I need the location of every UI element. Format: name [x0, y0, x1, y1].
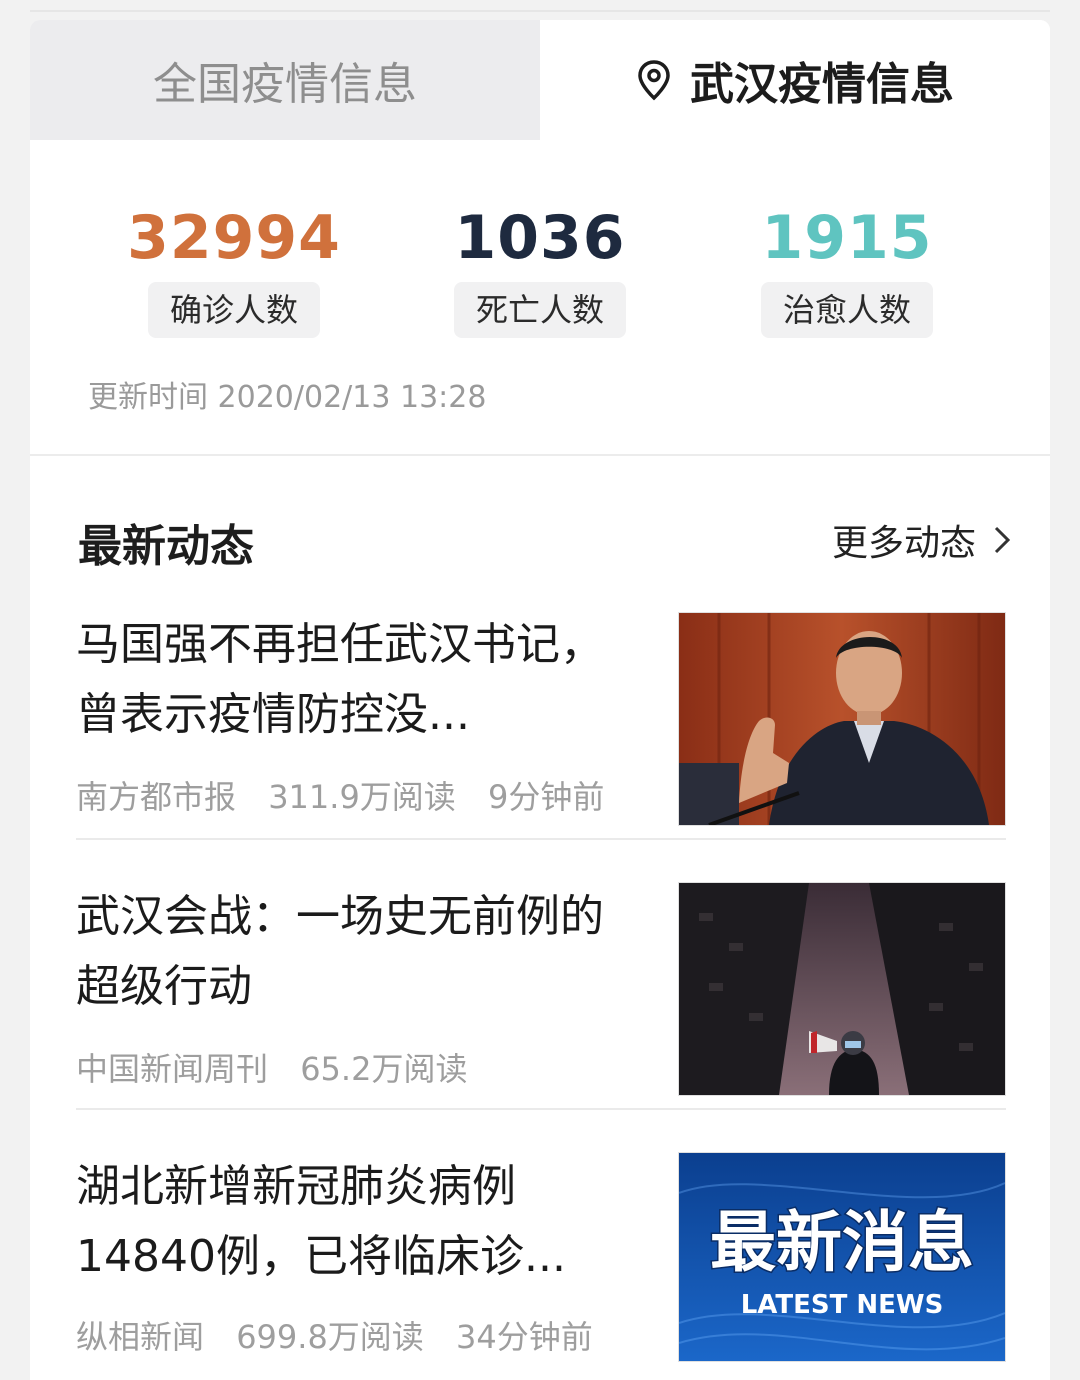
more-news-label: 更多动态: [831, 523, 976, 564]
news-time: 9分钟前: [487, 778, 605, 816]
update-time: 更新时间 2020/02/13 13:28: [88, 380, 487, 415]
news-source: 纵相新闻: [76, 1318, 205, 1356]
thumb-headline: 最新消息: [710, 1204, 974, 1281]
news-reads: 65.2万阅读: [300, 1050, 468, 1088]
news-title: 马国强不再担任武汉书记，曾表示疫情防控没...: [76, 619, 604, 740]
confirmed-count: 32994: [127, 203, 341, 273]
stat-death: 1036 死亡人数: [420, 200, 660, 338]
news-item[interactable]: 马国强不再担任武汉书记，曾表示疫情防控没... 南方都市报 311.9万阅读 9…: [76, 610, 1006, 840]
thumb-subheadline: LATEST NEWS: [741, 1290, 944, 1320]
news-separator: [76, 838, 1006, 840]
news-item[interactable]: 武汉会战：一场史无前例的超级行动 中国新闻周刊 65.2万阅读: [76, 882, 1006, 1112]
news-meta: 中国新闻周刊 65.2万阅读: [76, 1044, 489, 1090]
latest-news-title: 最新动态: [78, 521, 254, 572]
section-divider: [30, 454, 1050, 456]
tab-national-label: 全国疫情信息: [153, 59, 417, 110]
tab-wuhan-label: 武汉疫情信息: [690, 59, 954, 110]
news-item[interactable]: 湖北新增新冠肺炎病例14840例，已将临床诊... 纵相新闻 699.8万阅读 …: [76, 1152, 1006, 1380]
tab-bar: 全国疫情信息 武汉疫情信息: [30, 20, 1050, 140]
chevron-right-icon: [994, 526, 1011, 554]
tab-national[interactable]: 全国疫情信息: [30, 20, 540, 140]
news-title: 武汉会战：一场史无前例的超级行动: [76, 891, 604, 1012]
news-meta: 纵相新闻 699.8万阅读 34分钟前: [76, 1312, 615, 1358]
confirmed-label: 确诊人数: [147, 282, 320, 338]
death-label: 死亡人数: [453, 282, 626, 338]
news-time: 34分钟前: [455, 1318, 593, 1356]
news-thumbnail-night-street: [678, 882, 1006, 1096]
location-pin-icon: [638, 60, 670, 101]
cured-count: 1915: [761, 203, 933, 273]
news-reads: 699.8万阅读: [236, 1318, 424, 1356]
news-thumbnail-official: [678, 612, 1006, 826]
death-count: 1036: [454, 203, 626, 273]
epidemic-card: 全国疫情信息 武汉疫情信息 32994 确诊人数 1036 死亡人数 1915 …: [30, 20, 1050, 1380]
stat-confirmed: 32994 确诊人数: [114, 200, 354, 338]
cured-label: 治愈人数: [760, 282, 933, 338]
top-divider: [30, 10, 1050, 12]
news-reads: 311.9万阅读: [268, 778, 456, 816]
tab-wuhan[interactable]: 武汉疫情信息: [540, 20, 1050, 140]
news-title: 湖北新增新冠肺炎病例14840例，已将临床诊...: [76, 1161, 566, 1282]
news-thumbnail-latest-news: 最新消息 LATEST NEWS: [678, 1152, 1006, 1362]
stat-cured: 1915 治愈人数: [727, 200, 967, 338]
news-meta: 南方都市报 311.9万阅读 9分钟前: [76, 772, 626, 818]
news-separator: [76, 1108, 1006, 1110]
news-source: 南方都市报: [76, 778, 237, 816]
more-news-link[interactable]: 更多动态: [832, 514, 1012, 566]
news-source: 中国新闻周刊: [76, 1050, 269, 1088]
